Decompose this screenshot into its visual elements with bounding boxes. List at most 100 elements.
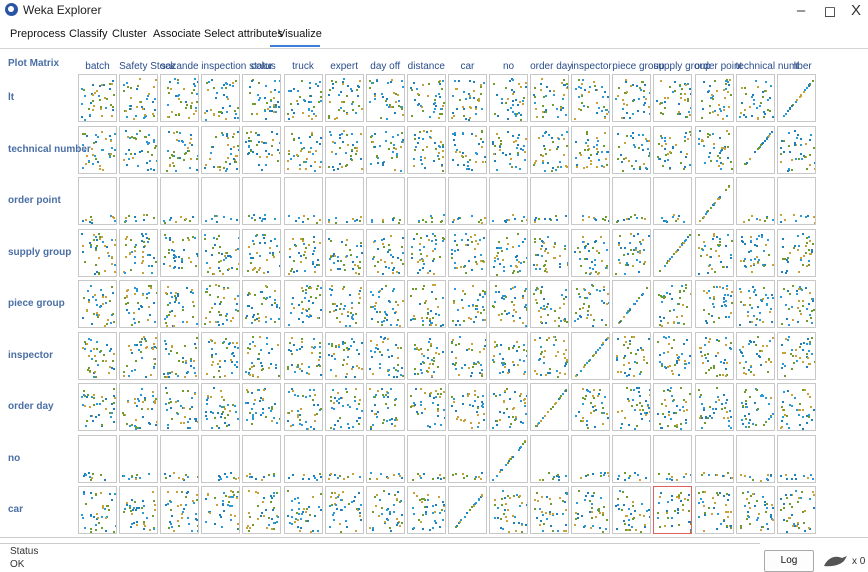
scatter-cell[interactable] [160, 74, 199, 122]
scatter-cell[interactable] [612, 126, 651, 174]
scatter-cell[interactable] [119, 383, 158, 431]
scatter-cell[interactable] [448, 332, 487, 380]
scatter-cell[interactable] [695, 74, 734, 122]
scatter-cell[interactable] [366, 486, 405, 534]
scatter-cell[interactable] [530, 74, 569, 122]
scatter-cell[interactable] [78, 332, 117, 380]
scatter-cell[interactable] [407, 435, 446, 483]
scatter-cell[interactable] [407, 229, 446, 277]
tab-preprocess[interactable]: Preprocess [10, 28, 66, 40]
scatter-cell[interactable] [78, 229, 117, 277]
scatter-cell[interactable] [366, 177, 405, 225]
scatter-cell[interactable] [612, 280, 651, 328]
scatter-cell[interactable] [325, 383, 364, 431]
scatter-cell[interactable] [489, 332, 528, 380]
scatter-cell[interactable] [489, 486, 528, 534]
scatter-cell[interactable] [284, 486, 323, 534]
scatter-cell[interactable] [160, 332, 199, 380]
scatter-cell[interactable] [160, 229, 199, 277]
scatter-cell[interactable] [777, 126, 816, 174]
scatter-cell[interactable] [160, 280, 199, 328]
scatter-cell[interactable] [201, 383, 240, 431]
scatter-cell[interactable] [284, 126, 323, 174]
scatter-cell[interactable] [489, 435, 528, 483]
scatter-cell[interactable] [242, 383, 281, 431]
scatter-cell[interactable] [653, 435, 692, 483]
scatter-cell[interactable] [448, 435, 487, 483]
scatter-cell[interactable] [407, 126, 446, 174]
scatter-cell[interactable] [777, 280, 816, 328]
scatter-cell[interactable] [571, 177, 610, 225]
tab-select-attributes[interactable]: Select attributes [204, 28, 283, 40]
scatter-cell[interactable] [366, 435, 405, 483]
scatter-cell[interactable] [242, 126, 281, 174]
minimize-button[interactable]: – [791, 2, 811, 19]
scatter-cell[interactable] [448, 74, 487, 122]
scatter-cell[interactable] [736, 229, 775, 277]
scatter-cell[interactable] [407, 332, 446, 380]
scatter-cell[interactable] [284, 280, 323, 328]
scatter-cell[interactable] [242, 486, 281, 534]
scatter-cell[interactable] [119, 229, 158, 277]
scatter-cell[interactable] [366, 383, 405, 431]
scatter-cell[interactable] [571, 332, 610, 380]
scatter-cell[interactable] [777, 332, 816, 380]
scatter-cell[interactable] [407, 74, 446, 122]
tab-visualize[interactable]: Visualize [278, 28, 322, 40]
tab-classify[interactable]: Classify [69, 28, 108, 40]
scatter-cell[interactable] [407, 486, 446, 534]
scatter-cell[interactable] [119, 177, 158, 225]
scatter-cell[interactable] [571, 74, 610, 122]
scatter-cell[interactable] [653, 74, 692, 122]
scatter-cell[interactable] [366, 332, 405, 380]
scatter-cell[interactable] [653, 383, 692, 431]
scatter-cell[interactable] [777, 177, 816, 225]
scatter-cell[interactable] [448, 383, 487, 431]
scatter-cell[interactable] [571, 383, 610, 431]
scatter-cell[interactable] [407, 177, 446, 225]
scatter-cell[interactable] [777, 435, 816, 483]
scatter-cell[interactable] [325, 126, 364, 174]
tab-cluster[interactable]: Cluster [112, 28, 147, 40]
scatter-cell[interactable] [530, 177, 569, 225]
scatter-cell[interactable] [653, 126, 692, 174]
scatter-cell[interactable] [695, 229, 734, 277]
scatter-cell[interactable] [448, 229, 487, 277]
scatter-cell[interactable] [325, 332, 364, 380]
scatter-cell[interactable] [695, 126, 734, 174]
scatter-cell[interactable] [366, 229, 405, 277]
scatter-cell[interactable] [325, 74, 364, 122]
scatter-cell[interactable] [489, 126, 528, 174]
scatter-cell[interactable] [160, 177, 199, 225]
scatter-cell[interactable] [571, 435, 610, 483]
scatter-cell[interactable] [695, 280, 734, 328]
scatter-cell[interactable] [119, 486, 158, 534]
scatter-cell[interactable] [78, 383, 117, 431]
scatter-cell[interactable] [119, 74, 158, 122]
scatter-cell[interactable] [284, 383, 323, 431]
scatter-cell[interactable] [571, 229, 610, 277]
scatter-cell[interactable] [736, 435, 775, 483]
scatter-cell[interactable] [284, 332, 323, 380]
scatter-cell[interactable] [612, 435, 651, 483]
scatter-cell[interactable] [201, 74, 240, 122]
scatter-cell[interactable] [242, 229, 281, 277]
maximize-button[interactable]: ◻ [820, 2, 840, 20]
scatter-cell[interactable] [489, 229, 528, 277]
scatter-cell[interactable] [366, 280, 405, 328]
scatter-cell[interactable] [653, 229, 692, 277]
scatter-cell[interactable] [612, 177, 651, 225]
scatter-cell[interactable] [448, 486, 487, 534]
scatter-cell[interactable] [201, 126, 240, 174]
scatter-cell[interactable] [530, 280, 569, 328]
scatter-cell[interactable] [530, 229, 569, 277]
scatter-cell[interactable] [119, 126, 158, 174]
scatter-cell[interactable] [119, 280, 158, 328]
scatter-cell[interactable] [284, 74, 323, 122]
scatter-cell[interactable] [160, 435, 199, 483]
scatter-cell[interactable] [201, 177, 240, 225]
scatter-cell[interactable] [160, 486, 199, 534]
scatter-cell[interactable] [160, 383, 199, 431]
scatter-cell[interactable] [489, 74, 528, 122]
scatter-cell[interactable] [366, 74, 405, 122]
